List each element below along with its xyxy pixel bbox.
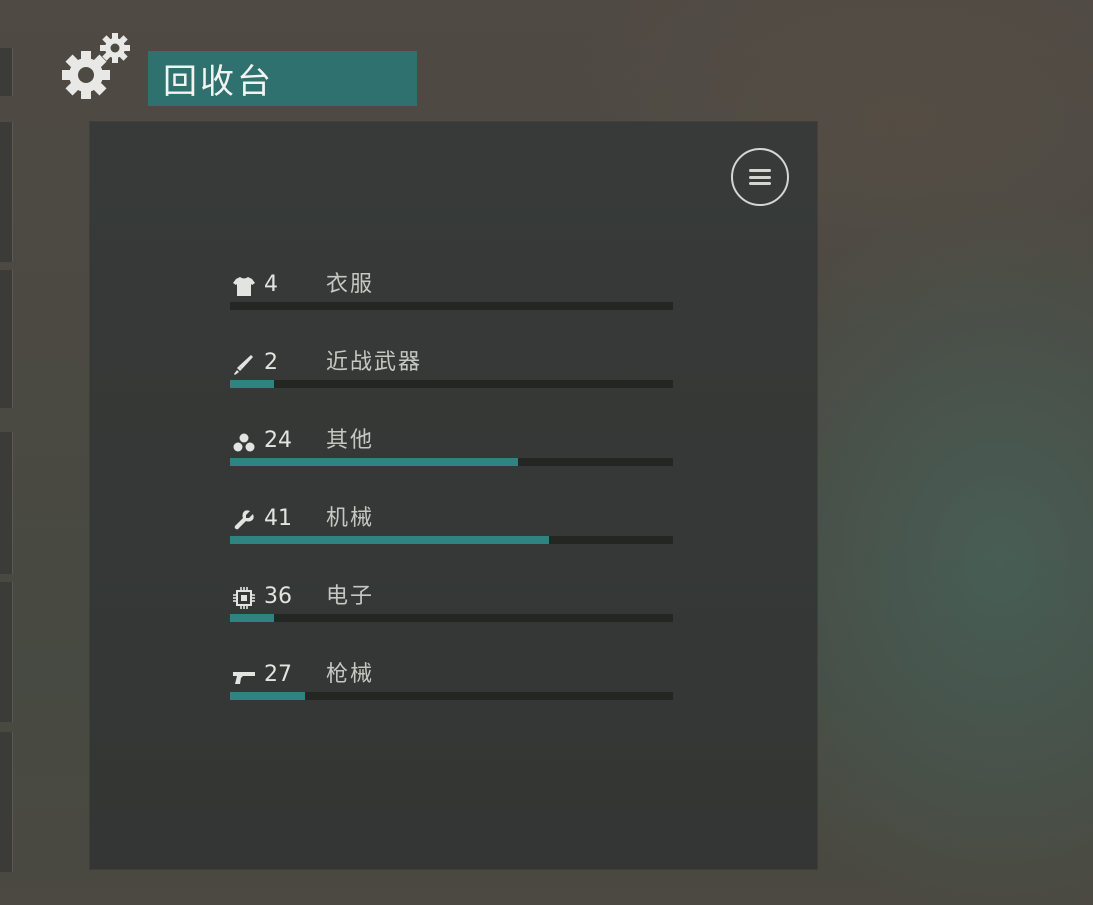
- category-row-melee: 2 近战武器: [230, 350, 674, 400]
- backdrop-slot: [0, 48, 13, 96]
- category-progress-fill: [230, 692, 306, 700]
- category-row-mechanical: 41 机械: [230, 506, 674, 556]
- gun-icon: [232, 664, 256, 688]
- category-progress-bar: [230, 380, 673, 388]
- category-count: 4: [264, 272, 278, 297]
- category-progress-fill: [230, 614, 275, 622]
- recycler-panel: 4 衣服 2 近战武器 24 其他 41 机械 36 电子 27 枪械: [90, 122, 817, 869]
- category-label: 近战武器: [326, 350, 423, 375]
- wrench-icon: [232, 508, 256, 532]
- category-count: 24: [264, 428, 292, 453]
- backdrop-slot: [0, 582, 13, 722]
- category-count: 27: [264, 662, 292, 687]
- shirt-icon: [232, 274, 256, 298]
- category-count: 2: [264, 350, 278, 375]
- category-progress-fill: [230, 536, 549, 544]
- category-row-electronics: 36 电子: [230, 584, 674, 634]
- category-label: 衣服: [326, 272, 375, 297]
- backdrop-slot: [0, 432, 13, 574]
- backdrop-slot: [0, 732, 13, 872]
- category-progress-bar: [230, 692, 673, 700]
- dots-icon: [232, 430, 256, 454]
- gears-icon: [60, 32, 134, 104]
- knife-icon: [232, 352, 256, 376]
- category-row-firearms: 27 枪械: [230, 662, 674, 712]
- category-row-clothing: 4 衣服: [230, 272, 674, 322]
- chip-icon: [232, 586, 256, 610]
- category-progress-fill: [230, 458, 518, 466]
- category-progress-bar: [230, 302, 673, 310]
- page-title-text: 回收台: [163, 62, 274, 102]
- category-progress-fill: [230, 380, 275, 388]
- category-label: 电子: [326, 584, 375, 609]
- category-progress-bar: [230, 458, 673, 466]
- category-progress-bar: [230, 536, 673, 544]
- page-title: 回收台: [148, 51, 417, 106]
- backdrop-slot: [0, 270, 13, 408]
- category-label: 机械: [326, 506, 375, 531]
- category-progress-bar: [230, 614, 673, 622]
- menu-icon: [749, 169, 771, 185]
- category-label: 枪械: [326, 662, 375, 687]
- category-row-other: 24 其他: [230, 428, 674, 478]
- category-count: 36: [264, 584, 292, 609]
- menu-button[interactable]: [731, 148, 789, 206]
- category-count: 41: [264, 506, 292, 531]
- category-label: 其他: [326, 428, 375, 453]
- backdrop-slot: [0, 122, 13, 262]
